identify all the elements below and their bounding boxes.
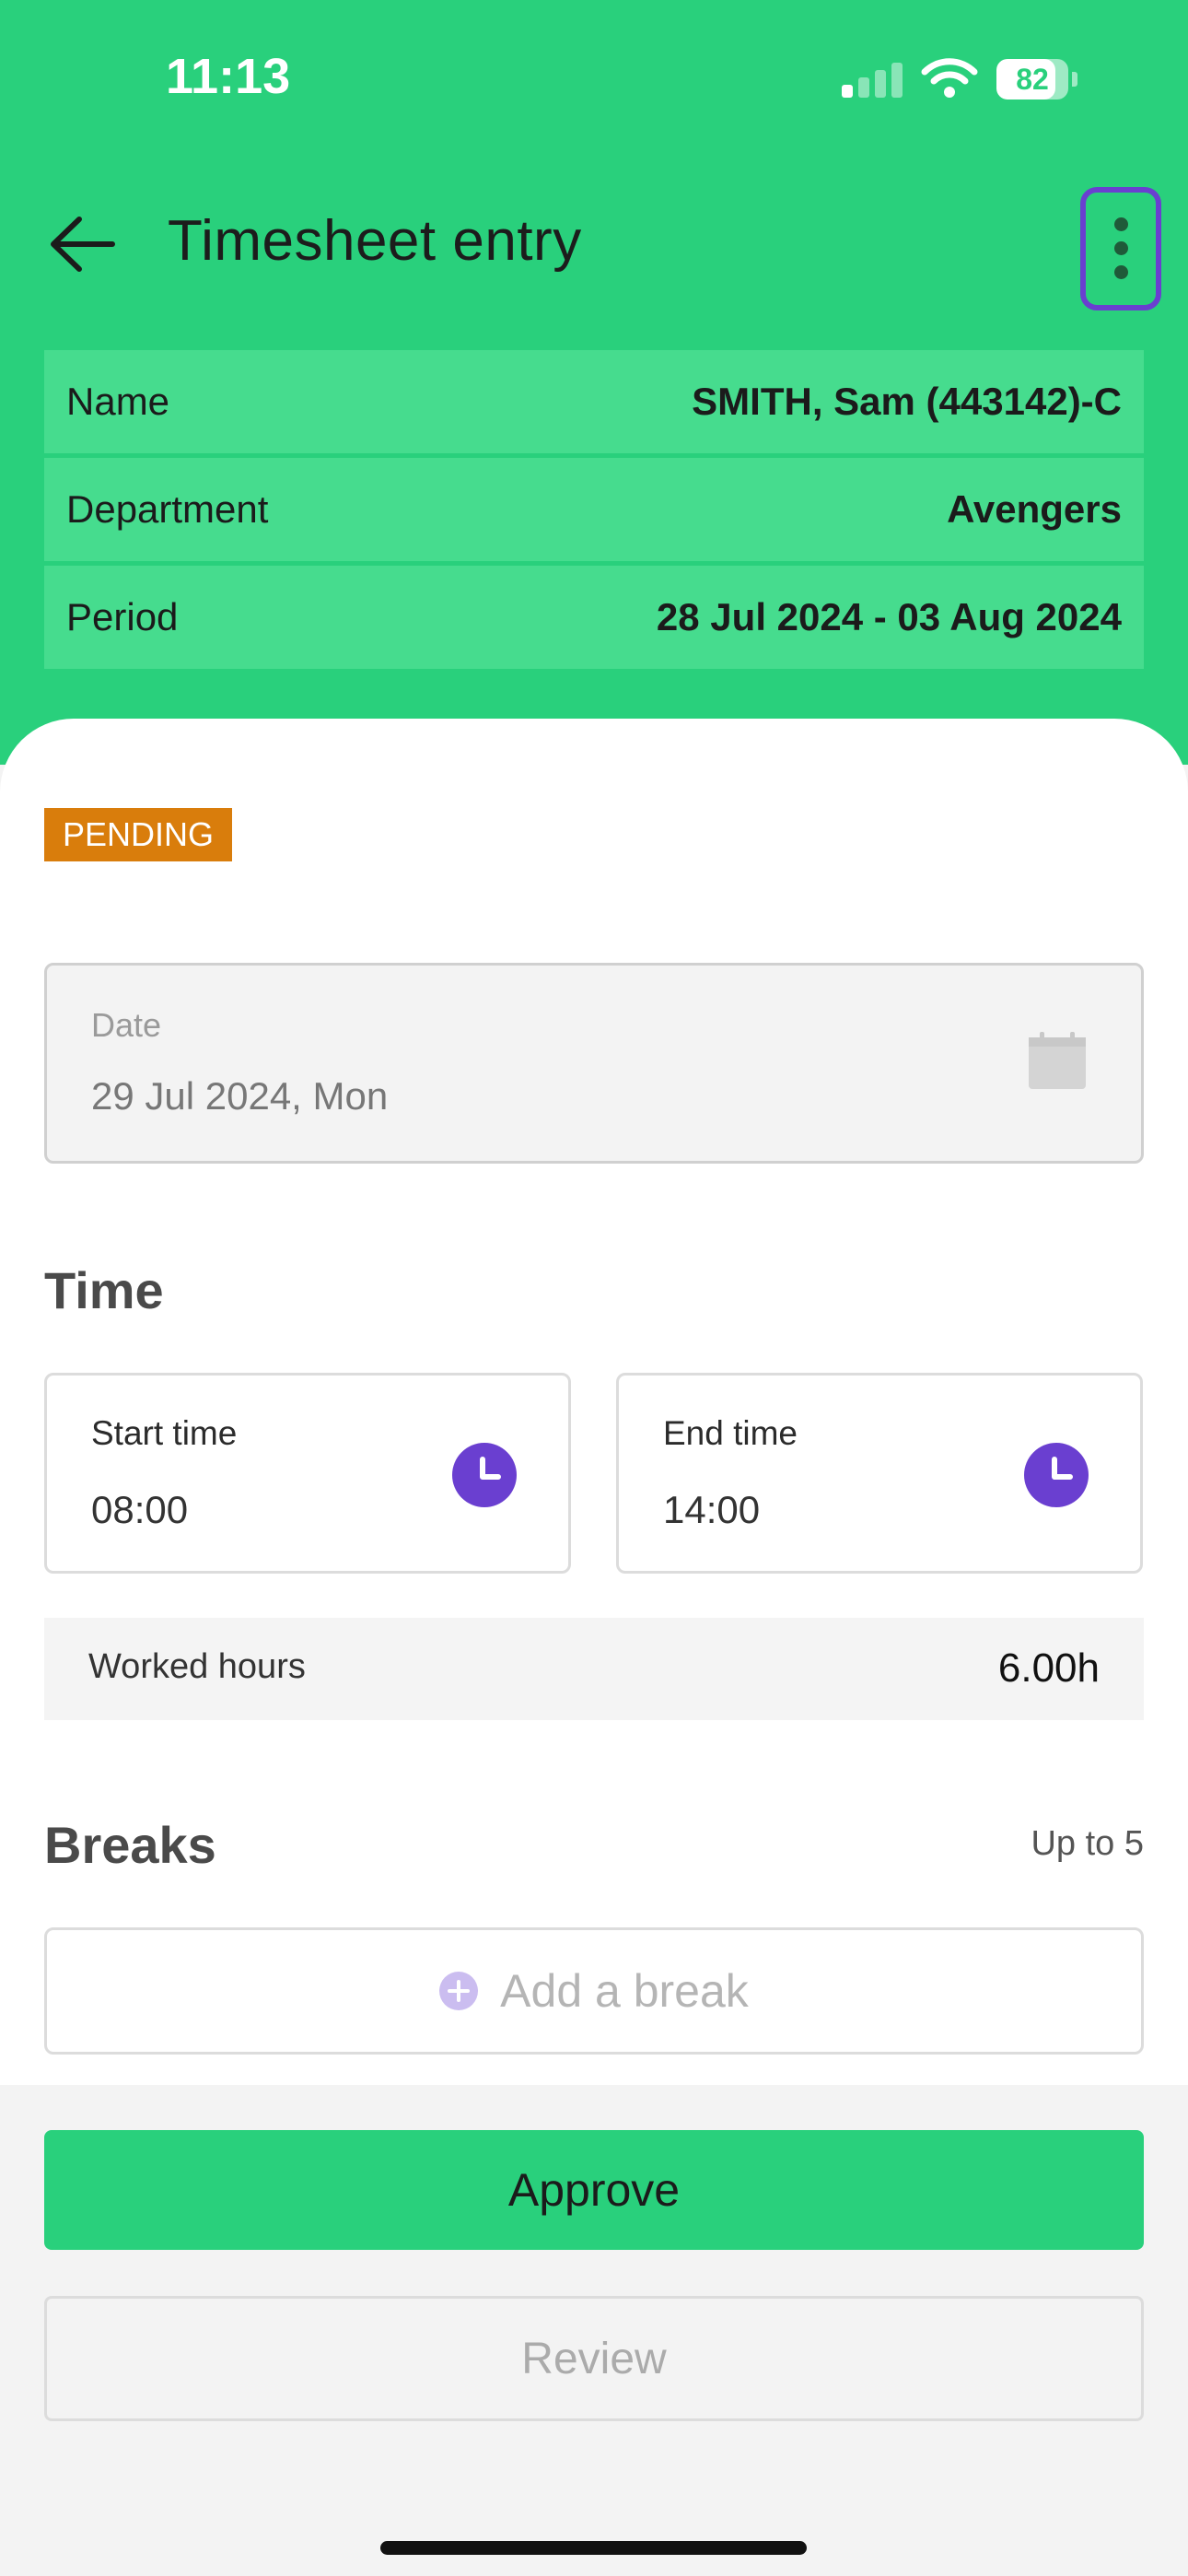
date-field-value: 29 Jul 2024, Mon (91, 1074, 389, 1118)
calendar-icon[interactable] (1027, 1030, 1088, 1091)
info-label: Period (66, 595, 179, 638)
breaks-section-title: Breaks (44, 1816, 216, 1874)
status-badge: PENDING (44, 808, 233, 861)
arrow-left-icon[interactable] (46, 212, 120, 276)
home-indicator[interactable] (380, 2541, 807, 2555)
breaks-limit: Up to 5 (1031, 1824, 1144, 1863)
clock-icon[interactable] (1024, 1443, 1089, 1507)
employee-info-table: Name SMITH, Sam (443142)-C Department Av… (44, 350, 1144, 673)
approve-button[interactable]: Approve (44, 2130, 1144, 2250)
date-field-label: Date (91, 1006, 162, 1044)
info-value: 28 Jul 2024 - 03 Aug 2024 (656, 595, 1122, 638)
info-row-period: Period 28 Jul 2024 - 03 Aug 2024 (44, 566, 1144, 669)
status-time: 11:13 (166, 49, 291, 104)
info-row-department: Department Avengers (44, 458, 1144, 561)
review-button[interactable]: Review (44, 2296, 1144, 2421)
clock-icon[interactable] (452, 1443, 517, 1507)
date-field[interactable]: Date 29 Jul 2024, Mon (44, 963, 1144, 1164)
end-time-value: 14:00 (663, 1488, 761, 1531)
info-row-name: Name SMITH, Sam (443142)-C (44, 350, 1144, 453)
worked-hours-row: Worked hours 6.00h (44, 1618, 1144, 1720)
battery-level: 82 (1016, 63, 1049, 96)
info-value: SMITH, Sam (443142)-C (692, 380, 1122, 423)
start-time-field[interactable]: Start time 08:00 (44, 1373, 571, 1574)
info-label: Department (66, 487, 269, 531)
add-break-label: Add a break (500, 1965, 749, 2017)
start-time-value: 08:00 (91, 1488, 189, 1531)
battery-icon: 82 (996, 59, 1079, 100)
worked-hours-value: 6.00h (997, 1645, 1100, 1691)
signal-icon (842, 61, 906, 98)
more-vertical-icon[interactable] (1080, 187, 1161, 310)
end-time-field[interactable]: End time 14:00 (616, 1373, 1143, 1574)
plus-circle-icon (439, 1972, 479, 2010)
info-label: Name (66, 380, 170, 423)
end-time-label: End time (663, 1414, 798, 1452)
start-time-label: Start time (91, 1414, 238, 1452)
worked-hours-label: Worked hours (88, 1647, 306, 1686)
time-section-title: Time (44, 1261, 164, 1319)
add-break-button[interactable]: Add a break (44, 1927, 1144, 2055)
wifi-icon (921, 58, 978, 98)
page-title: Timesheet entry (168, 209, 582, 273)
info-value: Avengers (947, 487, 1122, 531)
